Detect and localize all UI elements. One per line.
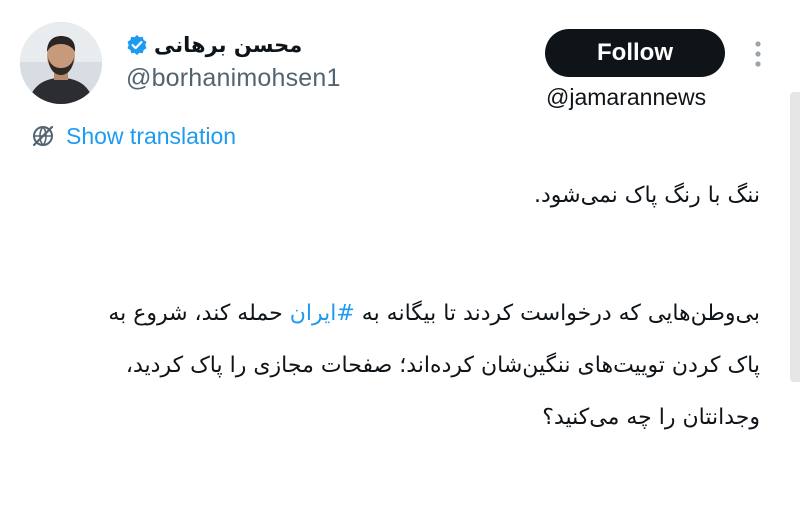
author-display-name[interactable]: محسن برهانی [154, 33, 302, 57]
verified-badge-icon [126, 34, 148, 56]
author-name-row: محسن برهانی [126, 30, 302, 60]
more-vertical-icon[interactable] [752, 38, 764, 70]
tweet-text-segment: بی‌وطن‌هایی که درخواست کردند تا بیگانه ب… [354, 301, 760, 326]
scrollbar-edge[interactable] [790, 92, 800, 382]
tweet-text-paragraph-2: بی‌وطن‌هایی که درخواست کردند تا بیگانه ب… [70, 288, 760, 444]
show-translation-link[interactable]: Show translation [30, 120, 236, 152]
hashtag-link[interactable]: #ایران [290, 301, 355, 326]
tweet-card: محسن برهانی @borhanimohsen1 Follow @jama… [0, 0, 800, 505]
avatar[interactable] [20, 22, 102, 104]
source-watermark: @jamarannews [546, 84, 707, 110]
show-translation-label: Show translation [66, 122, 237, 149]
tweet-text-line-1: ننگ با رنگ پاک نمی‌شود. [534, 183, 760, 208]
avatar-image [20, 22, 102, 104]
globe-slash-icon [30, 123, 56, 149]
author-handle[interactable]: @borhanimohsen1 [126, 64, 341, 93]
follow-button[interactable]: Follow [545, 29, 725, 77]
